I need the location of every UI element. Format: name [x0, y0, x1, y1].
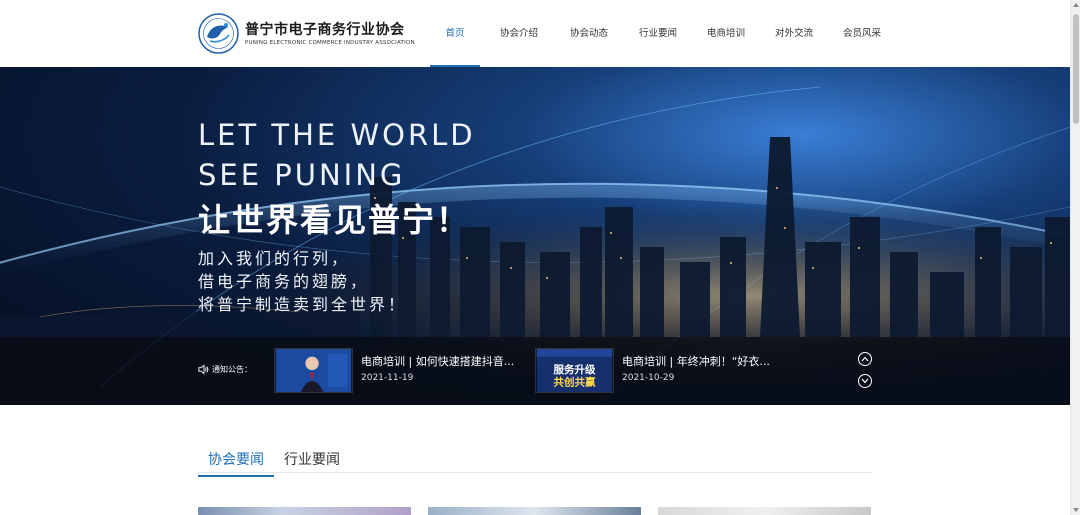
- logo-title-cn: 普宁市电子商务行业协会: [245, 21, 405, 38]
- slogan-sub: 加入我们的行列， 借电子商务的翅膀， 将普宁制造卖到全世界！: [198, 247, 407, 316]
- news-thumbnail: 服务升级 共创共赢: [535, 348, 614, 393]
- nav-industry[interactable]: 行业要闻: [633, 0, 683, 67]
- news-item[interactable]: 电商培训 | 如何快速搭建抖音... 2021-11-19: [274, 348, 514, 393]
- slogan-sub-line-2: 借电子商务的翅膀，: [198, 272, 370, 291]
- nav-news[interactable]: 协会动态: [564, 0, 614, 67]
- slogan-en: LET THE WORLD SEE PUNING: [198, 115, 476, 195]
- hero-banner[interactable]: LET THE WORLD SEE PUNING 让世界看见普宁！ 加入我们的行…: [0, 67, 1070, 405]
- scroll-thumb[interactable]: [1073, 14, 1079, 124]
- tab-industry-news[interactable]: 行业要闻: [274, 449, 350, 477]
- nav-home[interactable]: 首页: [430, 0, 480, 67]
- news-date: 2021-11-19: [361, 373, 414, 383]
- news-date: 2021-10-29: [622, 373, 675, 383]
- nav-about[interactable]: 协会介绍: [494, 0, 544, 67]
- chevron-up-icon: [861, 356, 869, 362]
- logo-title-en: PUNING ELECTRONIC COMMERCE INDUSTRY ASSO…: [245, 39, 415, 46]
- main-nav: 首页 协会介绍 协会动态 行业要闻 电商培训 对外交流 会员风采: [430, 0, 887, 67]
- news-title[interactable]: 电商培训 | 年终冲刺！“好衣...: [622, 354, 770, 370]
- scroll-down-arrow-icon[interactable]: [1073, 508, 1079, 512]
- site-logo[interactable]: 普宁市电子商务行业协会 PUNING ELECTRONIC COMMERCE I…: [198, 13, 415, 54]
- notice-prev-button[interactable]: [858, 352, 872, 366]
- notice-next-button[interactable]: [858, 374, 872, 388]
- scroll-up-arrow-icon[interactable]: [1073, 3, 1079, 7]
- news-item[interactable]: 服务升级 共创共赢 电商培训 | 年终冲刺！“好衣... 2021-10-29: [535, 348, 770, 393]
- speaker-icon: [198, 364, 209, 375]
- thumbnail-caption-2: 共创共赢: [554, 375, 596, 388]
- nav-members[interactable]: 会员风采: [837, 0, 887, 67]
- association-logo-icon: [198, 13, 239, 54]
- slogan-en-line-1: LET THE WORLD: [198, 118, 476, 152]
- site-header: 普宁市电子商务行业协会 PUNING ELECTRONIC COMMERCE I…: [0, 0, 1070, 67]
- notice-bar: 通知公告： 电商培训 | 如何快速搭建抖音... 2021-11-19 服务升级…: [0, 337, 1070, 405]
- content-tabs: 协会要闻 行业要闻: [198, 449, 350, 477]
- tab-association-news[interactable]: 协会要闻: [198, 449, 274, 477]
- news-title[interactable]: 电商培训 | 如何快速搭建抖音...: [361, 354, 514, 370]
- news-card-image[interactable]: [658, 507, 871, 515]
- slogan-sub-line-1: 加入我们的行列，: [198, 249, 351, 268]
- nav-training[interactable]: 电商培训: [701, 0, 751, 67]
- slogan-cn: 让世界看见普宁！: [198, 201, 471, 239]
- page-scrollbar[interactable]: [1070, 0, 1080, 515]
- news-thumbnail: [274, 348, 353, 393]
- notice-label-text: 通知公告：: [212, 365, 252, 374]
- chevron-down-icon: [861, 378, 869, 384]
- thumbnail-caption-1: 服务升级: [554, 363, 596, 376]
- notice-label: 通知公告：: [198, 364, 252, 375]
- news-card-image[interactable]: [428, 507, 641, 515]
- slogan-sub-line-3: 将普宁制造卖到全世界！: [198, 295, 408, 314]
- news-card-image[interactable]: [198, 507, 411, 515]
- news-cards: [198, 507, 888, 515]
- nav-exchange[interactable]: 对外交流: [769, 0, 819, 67]
- slogan-en-line-2: SEE PUNING: [198, 158, 406, 192]
